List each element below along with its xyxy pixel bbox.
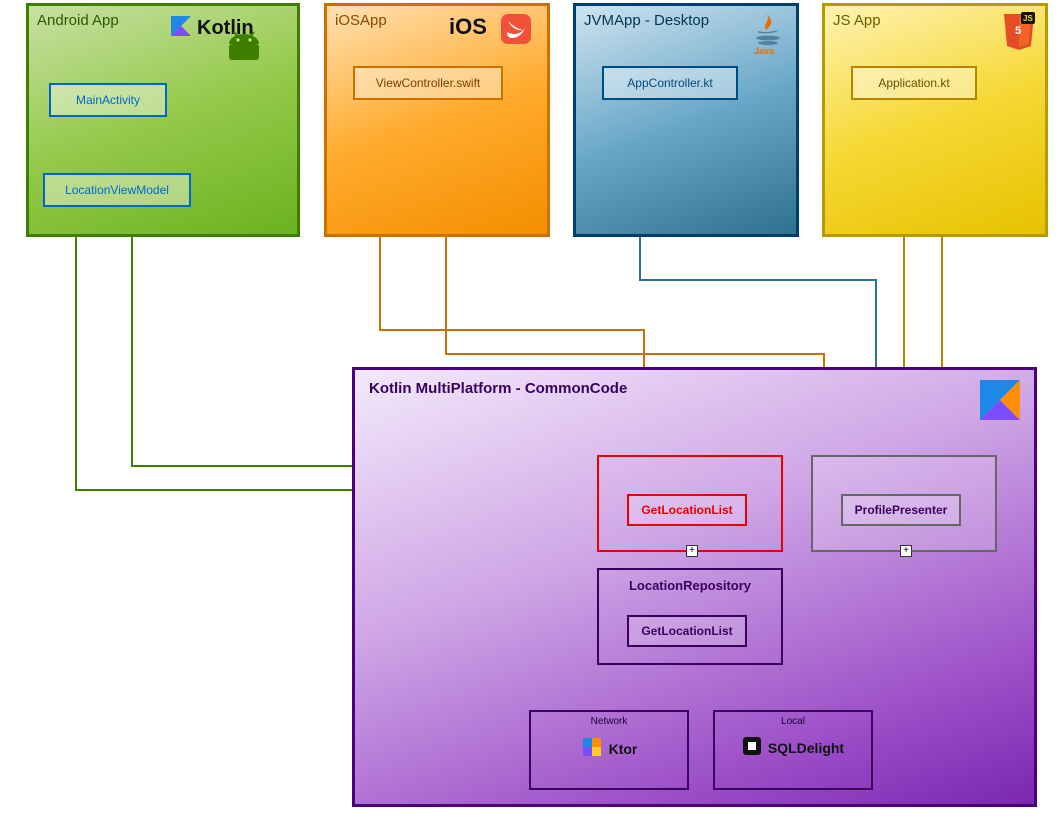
kotlin-brand: Kotlin [169,12,289,67]
repository-box: LocationRepository GetLocationList [597,568,783,665]
file-viewcontroller: ViewController.swift [353,66,503,100]
presenter-inner: ProfilePresenter [841,494,961,526]
repository-inner: GetLocationList [627,615,747,647]
file-locationviewmodel: LocationViewModel [43,173,191,207]
platform-jvm: JVMApp - Desktop Java AppController.kt [573,3,799,237]
network-box: Network Ktor [529,710,689,790]
platform-ios: iOSApp iOS ViewController.swift [324,3,550,237]
platform-android: Android App Kotlin MainActivity Location… [26,3,300,237]
file-mainactivity-label: MainActivity [76,93,140,107]
repository-inner-label: GetLocationList [641,624,732,638]
usecase-label: GetLocationList [641,503,732,517]
common-code-box: Kotlin MultiPlatform - CommonCode GetLoc… [352,367,1037,807]
repository-title: LocationRepository [599,578,781,593]
expand-icon[interactable]: + [686,545,698,557]
usecase-inner: GetLocationList [627,494,747,526]
platform-jvm-title: JVMApp - Desktop [584,12,709,29]
file-appcontroller: AppController.kt [602,66,738,100]
platform-js: JS App JS 5 Application.kt [822,3,1048,237]
presenter-box: ProfilePresenter + [811,455,997,552]
java-brand: Java [748,12,788,61]
local-lib: SQLDelight [768,740,844,756]
sqldelight-icon [742,736,762,759]
svg-text:5: 5 [1015,25,1021,37]
presenter-label: ProfilePresenter [855,503,948,517]
file-viewcontroller-label: ViewController.swift [376,76,480,90]
kotlin-icon [980,380,1020,425]
file-application-label: Application.kt [878,76,949,90]
network-title: Network [531,716,687,727]
js-html5-brand: JS 5 [1001,12,1037,57]
file-mainactivity: MainActivity [49,83,167,117]
expand-icon[interactable]: + [900,545,912,557]
svg-text:iOS: iOS [449,14,487,39]
ios-swift-brand: iOS [449,12,539,51]
platform-android-title: Android App [37,12,119,29]
local-title: Local [715,716,871,727]
svg-text:Java: Java [754,46,775,56]
ktor-icon [581,736,603,761]
file-application: Application.kt [851,66,977,100]
usecase-box: GetLocationList + [597,455,783,552]
platform-ios-title: iOSApp [335,12,387,29]
local-box: Local SQLDelight [713,710,873,790]
common-title: Kotlin MultiPlatform - CommonCode [369,380,627,397]
file-locationviewmodel-label: LocationViewModel [65,183,169,197]
network-lib: Ktor [609,741,638,757]
file-appcontroller-label: AppController.kt [627,76,712,90]
svg-text:JS: JS [1023,14,1033,23]
platform-js-title: JS App [833,12,881,29]
